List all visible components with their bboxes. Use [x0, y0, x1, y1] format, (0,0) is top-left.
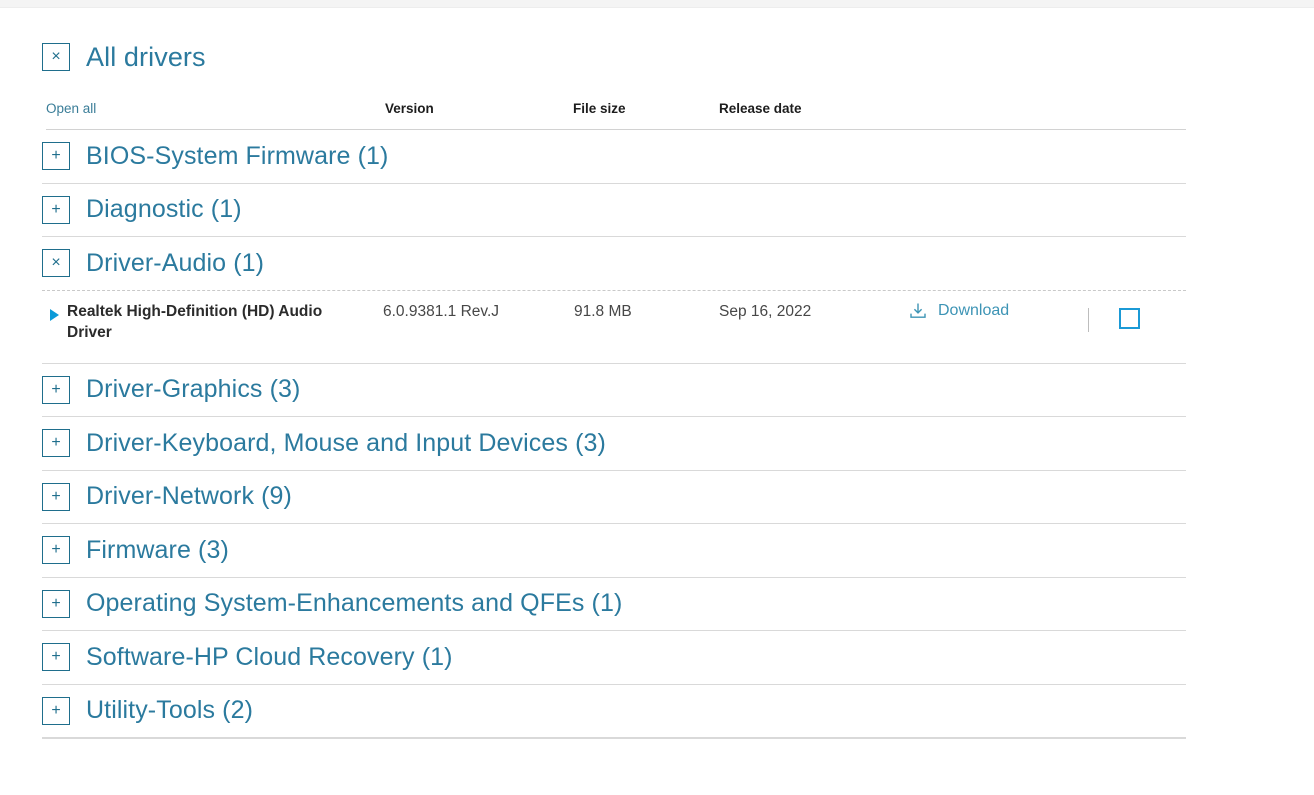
- driver-version: 6.0.9381.1 Rev.J: [383, 303, 499, 321]
- category-row[interactable]: + Driver-Network (9): [42, 471, 1186, 525]
- category-count: (2): [222, 696, 253, 724]
- driver-expand-caret-icon[interactable]: [50, 309, 59, 321]
- driver-file-size: 91.8 MB: [574, 303, 632, 321]
- category-count: (1): [422, 643, 453, 671]
- category-count: (1): [211, 195, 242, 223]
- all-drivers-collapse-button[interactable]: ×: [42, 43, 70, 71]
- category-row[interactable]: + Utility-Tools (2): [42, 685, 1186, 739]
- category-label: Firmware (3): [86, 536, 229, 565]
- category-name: Driver-Audio: [86, 249, 226, 277]
- category-count: (9): [261, 482, 292, 510]
- list-bottom-rule: [42, 738, 1186, 739]
- driver-category-list: + BIOS-System Firmware (1) + Diagnostic (1)…: [42, 130, 1186, 738]
- category-label: Utility-Tools (2): [86, 696, 253, 725]
- column-header-file-size: File size: [573, 101, 626, 116]
- category-expand-button[interactable]: +: [42, 697, 70, 725]
- category-count: (3): [198, 536, 229, 564]
- category-label: BIOS-System Firmware (1): [86, 142, 388, 171]
- category-row[interactable]: + Driver-Graphics (3): [42, 364, 1186, 418]
- drivers-page: × All drivers Open all Version File size…: [0, 8, 1314, 739]
- category-label: Diagnostic (1): [86, 195, 242, 224]
- open-all-link[interactable]: Open all: [46, 101, 96, 116]
- download-label: Download: [938, 302, 1009, 320]
- category-expand-button[interactable]: +: [42, 590, 70, 618]
- category-row[interactable]: + BIOS-System Firmware (1): [42, 130, 1186, 184]
- category-row[interactable]: + Operating System-Enhancements and QFEs …: [42, 578, 1186, 632]
- category-label: Driver-Keyboard, Mouse and Input Devices…: [86, 429, 606, 458]
- category-label: Software-HP Cloud Recovery (1): [86, 643, 453, 672]
- category-name: Driver-Keyboard, Mouse and Input Devices: [86, 429, 568, 457]
- column-header-version: Version: [385, 101, 434, 116]
- category-expand-button[interactable]: +: [42, 196, 70, 224]
- category-label: Driver-Network (9): [86, 482, 292, 511]
- category-name: Driver-Network: [86, 482, 254, 510]
- category-name: Operating System-Enhancements and QFEs: [86, 589, 584, 617]
- category-collapse-button[interactable]: ×: [42, 249, 70, 277]
- category-expand-button[interactable]: +: [42, 483, 70, 511]
- category-name: Firmware: [86, 536, 191, 564]
- column-header-release-date: Release date: [719, 101, 802, 116]
- download-tray-icon: [908, 301, 928, 321]
- all-drivers-header: × All drivers: [42, 40, 1314, 74]
- category-row[interactable]: + Driver-Keyboard, Mouse and Input Device…: [42, 417, 1186, 471]
- category-label: Driver-Graphics (3): [86, 375, 300, 404]
- category-name: Software-HP Cloud Recovery: [86, 643, 415, 671]
- category-expand-button[interactable]: +: [42, 536, 70, 564]
- category-name: BIOS-System Firmware: [86, 142, 351, 170]
- category-row[interactable]: + Diagnostic (1): [42, 184, 1186, 238]
- category-expand-button[interactable]: +: [42, 429, 70, 457]
- top-gray-band: [0, 0, 1314, 8]
- category-name: Driver-Graphics: [86, 375, 263, 403]
- category-expand-button[interactable]: +: [42, 643, 70, 671]
- driver-row: Realtek High-Definition (HD) Audio Drive…: [42, 291, 1186, 364]
- category-label: Driver-Audio (1): [86, 249, 264, 278]
- category-count: (1): [592, 589, 623, 617]
- category-count: (1): [358, 142, 389, 170]
- page-title: All drivers: [86, 42, 206, 73]
- driver-select-checkbox[interactable]: [1119, 308, 1140, 329]
- category-row[interactable]: + Software-HP Cloud Recovery (1): [42, 631, 1186, 685]
- category-label: Operating System-Enhancements and QFEs (…: [86, 589, 622, 618]
- category-row[interactable]: + Firmware (3): [42, 524, 1186, 578]
- category-count: (3): [575, 429, 606, 457]
- table-column-header: Open all Version File size Release date: [46, 101, 1186, 130]
- category-expand-button[interactable]: +: [42, 142, 70, 170]
- category-name: Diagnostic: [86, 195, 204, 223]
- category-expand-button[interactable]: +: [42, 376, 70, 404]
- category-row[interactable]: × Driver-Audio (1): [42, 237, 1186, 291]
- download-button[interactable]: Download: [908, 301, 1009, 321]
- category-count: (1): [233, 249, 264, 277]
- category-count: (3): [270, 375, 301, 403]
- driver-row-divider: [1088, 308, 1089, 332]
- category-name: Utility-Tools: [86, 696, 215, 724]
- driver-release-date: Sep 16, 2022: [719, 303, 811, 321]
- driver-name: Realtek High-Definition (HD) Audio Drive…: [67, 301, 367, 343]
